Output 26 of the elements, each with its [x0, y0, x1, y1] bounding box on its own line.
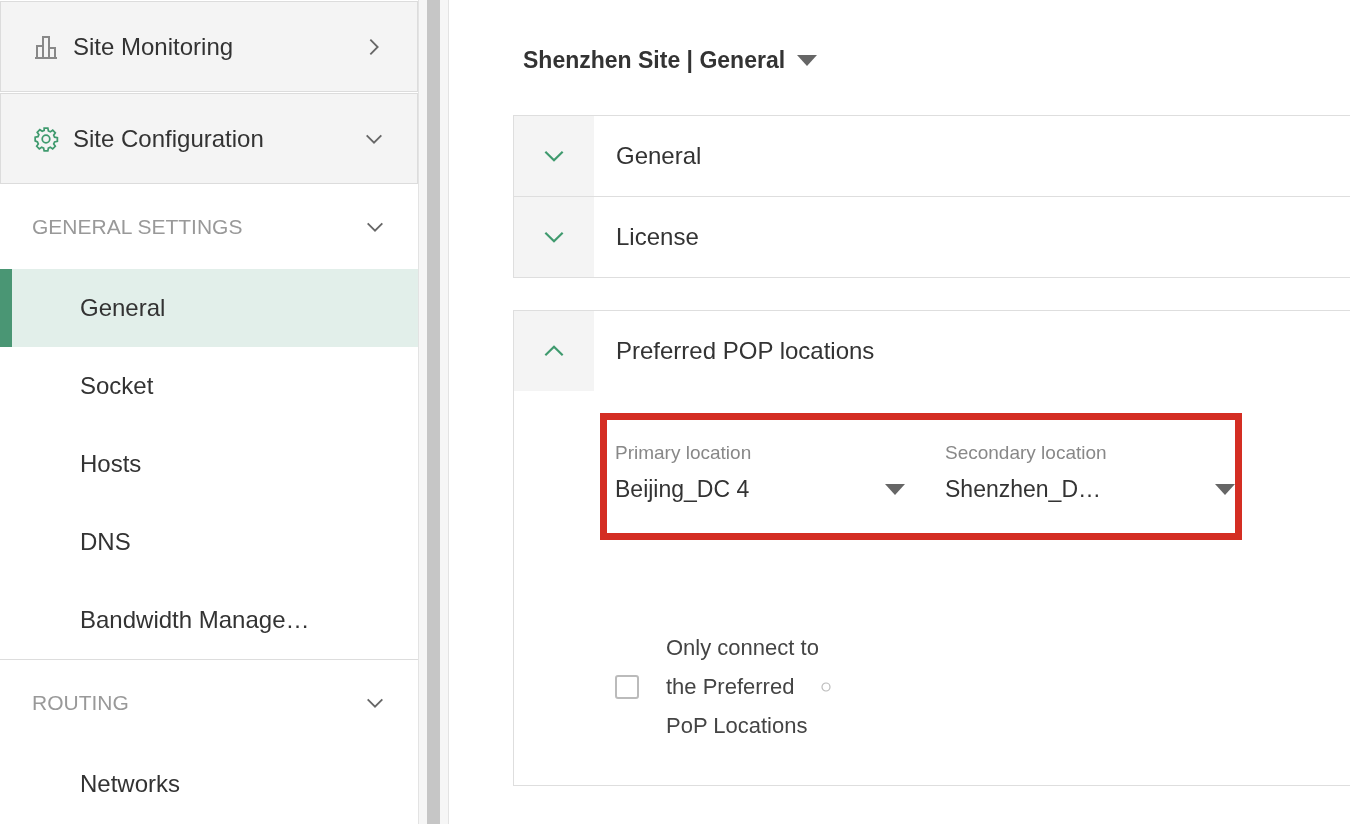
caret-down-icon [797, 54, 818, 66]
caret-down-icon [1215, 484, 1235, 495]
sidebar-item[interactable]: Hosts [0, 425, 418, 503]
sidebar-item[interactable]: General [0, 269, 418, 347]
gear-icon [33, 125, 59, 152]
sidebar-item[interactable]: DNS [0, 503, 418, 581]
panel-title: License [615, 223, 699, 251]
location-dropdown[interactable]: Primary location Beijing_DC 4 [615, 442, 905, 533]
accordion-toggle[interactable] [514, 116, 594, 196]
sidebar-item[interactable]: Bandwidth Manage… [0, 581, 418, 659]
panel-title: Preferred POP locations [615, 337, 875, 365]
sidebar-menu-item[interactable]: Site Configuration [0, 93, 418, 184]
bar-chart-icon [33, 33, 59, 60]
accordion-toggle[interactable] [514, 197, 594, 277]
checkbox[interactable] [615, 674, 639, 699]
pane-splitter[interactable] [418, 0, 449, 824]
caret-down-icon [885, 484, 905, 495]
sidebar-item[interactable]: Socket [0, 347, 418, 425]
sidebar-item[interactable]: Networks [0, 745, 418, 823]
location-dropdown[interactable]: Secondary location Shenzhen_D… [945, 442, 1235, 533]
info-icon[interactable] [821, 681, 831, 692]
sidebar-menu-item[interactable]: Site Monitoring [0, 1, 418, 92]
panel-title: General [615, 142, 702, 170]
accordion-toggle[interactable] [514, 311, 594, 391]
checkbox-label: Only connect to the Preferred PoP Locations [666, 634, 820, 740]
breadcrumb-dropdown[interactable]: Shenzhen Site | General [523, 40, 1350, 80]
